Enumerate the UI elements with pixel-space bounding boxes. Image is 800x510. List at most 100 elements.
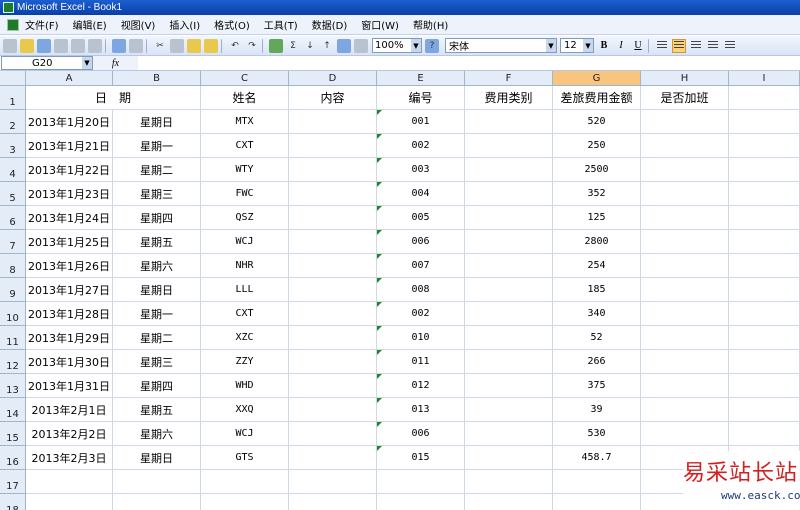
menu-tools[interactable]: 工具(T) — [264, 17, 298, 32]
save-icon[interactable] — [37, 38, 51, 53]
copy-icon[interactable] — [170, 38, 184, 53]
cell-weekday[interactable]: 星期日 — [113, 110, 201, 134]
cell[interactable] — [26, 470, 113, 494]
cell-name[interactable]: FWC — [201, 182, 289, 206]
print-icon[interactable] — [71, 38, 85, 53]
cell[interactable] — [289, 134, 377, 158]
row-header-7[interactable]: 7 — [0, 230, 26, 254]
cell-amount[interactable]: 340 — [553, 302, 641, 326]
cell-amount[interactable]: 375 — [553, 374, 641, 398]
column-header-c[interactable]: C — [201, 71, 289, 86]
menu-help[interactable]: 帮助(H) — [413, 17, 448, 32]
cell[interactable] — [641, 158, 729, 182]
row-header-12[interactable]: 12 — [0, 350, 26, 374]
cell-weekday[interactable]: 星期六 — [113, 422, 201, 446]
cell[interactable] — [289, 158, 377, 182]
row-header-13[interactable]: 13 — [0, 374, 26, 398]
cell-code[interactable]: 008 — [377, 278, 465, 302]
cell-code[interactable]: 012 — [377, 374, 465, 398]
cell-name[interactable]: LLL — [201, 278, 289, 302]
cell-name[interactable]: CXT — [201, 134, 289, 158]
row-header-9[interactable]: 9 — [0, 278, 26, 302]
column-header-h[interactable]: H — [641, 71, 729, 86]
cell[interactable] — [289, 350, 377, 374]
cell[interactable] — [289, 470, 377, 494]
cell-amount[interactable]: 2500 — [553, 158, 641, 182]
cell[interactable] — [289, 230, 377, 254]
new-icon[interactable] — [3, 38, 17, 53]
row-header-1[interactable]: 1 — [0, 86, 26, 110]
merge-center-button[interactable] — [706, 39, 720, 53]
cell[interactable] — [465, 470, 553, 494]
align-left-button[interactable] — [655, 39, 669, 53]
underline-button[interactable]: U — [631, 39, 645, 53]
cell[interactable] — [641, 374, 729, 398]
cell[interactable] — [201, 494, 289, 510]
cell[interactable] — [729, 302, 800, 326]
menu-edit[interactable]: 编辑(E) — [73, 17, 107, 32]
cell-code[interactable]: 010 — [377, 326, 465, 350]
formula-input[interactable] — [138, 56, 800, 70]
row-header-17[interactable]: 17 — [0, 470, 26, 494]
cell[interactable] — [729, 86, 800, 110]
cell[interactable] — [465, 422, 553, 446]
redo-icon[interactable]: ↷ — [245, 39, 259, 53]
row-header-14[interactable]: 14 — [0, 398, 26, 422]
cell-code[interactable]: 005 — [377, 206, 465, 230]
column-header-f[interactable]: F — [465, 71, 553, 86]
cell-date[interactable]: 2013年1月31日 — [26, 374, 113, 398]
header-content[interactable]: 内容 — [289, 86, 377, 110]
cell-date[interactable]: 2013年1月30日 — [26, 350, 113, 374]
open-icon[interactable] — [20, 38, 34, 53]
cell[interactable] — [289, 494, 377, 510]
cell[interactable] — [729, 422, 800, 446]
format-painter-icon[interactable] — [204, 38, 218, 53]
row-header-2[interactable]: 2 — [0, 110, 26, 134]
cell[interactable] — [729, 350, 800, 374]
font-size-select[interactable]: 12 ▼ — [560, 38, 594, 53]
cell-name[interactable]: WCJ — [201, 422, 289, 446]
name-box[interactable]: G20 ▼ — [1, 56, 93, 70]
cell[interactable] — [465, 254, 553, 278]
cell[interactable] — [201, 470, 289, 494]
cell-amount[interactable]: 266 — [553, 350, 641, 374]
cell-amount[interactable]: 520 — [553, 110, 641, 134]
header-overtime[interactable]: 是否加班 — [641, 86, 729, 110]
cell[interactable] — [289, 254, 377, 278]
cell-date[interactable]: 2013年1月20日 — [26, 110, 113, 134]
column-header-e[interactable]: E — [377, 71, 465, 86]
menu-insert[interactable]: 插入(I) — [169, 17, 200, 32]
cell-weekday[interactable]: 星期四 — [113, 206, 201, 230]
cell[interactable] — [729, 206, 800, 230]
cell-name[interactable]: GTS — [201, 446, 289, 470]
select-all-corner[interactable] — [0, 71, 26, 86]
row-header-3[interactable]: 3 — [0, 134, 26, 158]
cell[interactable] — [641, 278, 729, 302]
header-expense-type[interactable]: 费用类别 — [465, 86, 553, 110]
cell[interactable] — [289, 422, 377, 446]
cell[interactable] — [729, 110, 800, 134]
cell-name[interactable]: MTX — [201, 110, 289, 134]
cell[interactable] — [377, 494, 465, 510]
cell[interactable] — [289, 374, 377, 398]
cell-code[interactable]: 011 — [377, 350, 465, 374]
sort-ascending-icon[interactable]: ↓ — [303, 39, 317, 53]
cell[interactable] — [465, 134, 553, 158]
cell-date[interactable]: 2013年1月25日 — [26, 230, 113, 254]
cell[interactable] — [641, 398, 729, 422]
cell[interactable] — [289, 326, 377, 350]
workbook-icon[interactable] — [7, 18, 19, 31]
spelling-icon[interactable] — [112, 38, 126, 53]
header-travel-amount[interactable]: 差旅费用金额 — [553, 86, 641, 110]
cell[interactable] — [641, 230, 729, 254]
cell-name[interactable]: XXQ — [201, 398, 289, 422]
cell[interactable] — [641, 254, 729, 278]
cell[interactable] — [465, 446, 553, 470]
cell-code[interactable]: 002 — [377, 134, 465, 158]
cell[interactable] — [553, 470, 641, 494]
row-header-15[interactable]: 15 — [0, 422, 26, 446]
currency-button[interactable] — [723, 39, 737, 53]
cell-amount[interactable]: 185 — [553, 278, 641, 302]
permission-icon[interactable] — [54, 38, 68, 53]
cell[interactable] — [289, 182, 377, 206]
